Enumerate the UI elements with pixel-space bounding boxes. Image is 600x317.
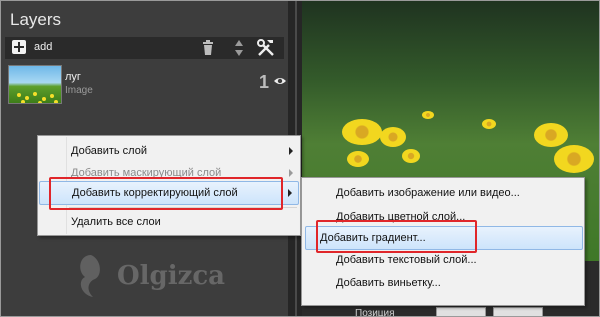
add-button[interactable]: add [34, 41, 52, 53]
layer-thumbnail [8, 65, 62, 104]
trash-icon[interactable] [201, 40, 215, 56]
submenu-arrow-icon [288, 189, 292, 197]
submenu-arrow-icon [289, 147, 293, 155]
menu-item-label: Добавить изображение или видео... [336, 187, 520, 199]
submenu-item-add-vignette[interactable]: Добавить виньетку... [303, 272, 583, 294]
layer-number: 1 [259, 72, 270, 92]
menu-item-label: Добавить виньетку... [336, 277, 441, 289]
position-label: Позиция [355, 308, 395, 317]
layer-row[interactable]: луг Image 1 [5, 62, 287, 107]
layer-type: Image [65, 85, 93, 96]
menu-item-label: Добавить слой [71, 145, 147, 157]
move-up-down-icon[interactable] [234, 39, 244, 57]
highlight-box-gradient [316, 220, 477, 253]
layer-name: луг [65, 71, 81, 83]
position-x-field[interactable] [436, 307, 486, 316]
submenu-arrow-icon [289, 169, 293, 177]
panel-title: Layers [10, 10, 62, 29]
menu-item-delete-all-layers[interactable]: Удалить все слои [39, 211, 299, 233]
highlight-box-adjustment-layer [49, 177, 283, 210]
eye-icon[interactable] [273, 76, 287, 86]
position-y-field[interactable] [493, 307, 543, 316]
app-window: Layers add луг Image 1 Olgizca Позиция Д… [0, 0, 600, 317]
menu-item-label: Удалить все слои [71, 216, 161, 228]
menu-item-add-layer[interactable]: Добавить слой [39, 140, 299, 162]
submenu-item-add-image-video[interactable]: Добавить изображение или видео... [303, 182, 583, 204]
tools-icon[interactable] [256, 38, 276, 58]
add-icon[interactable] [12, 40, 26, 54]
watermark-text: Olgizca [117, 261, 226, 291]
layers-toolbar: add [5, 37, 284, 59]
menu-item-label: Добавить текстовый слой... [336, 254, 477, 266]
watermark-logo-icon [80, 255, 100, 297]
